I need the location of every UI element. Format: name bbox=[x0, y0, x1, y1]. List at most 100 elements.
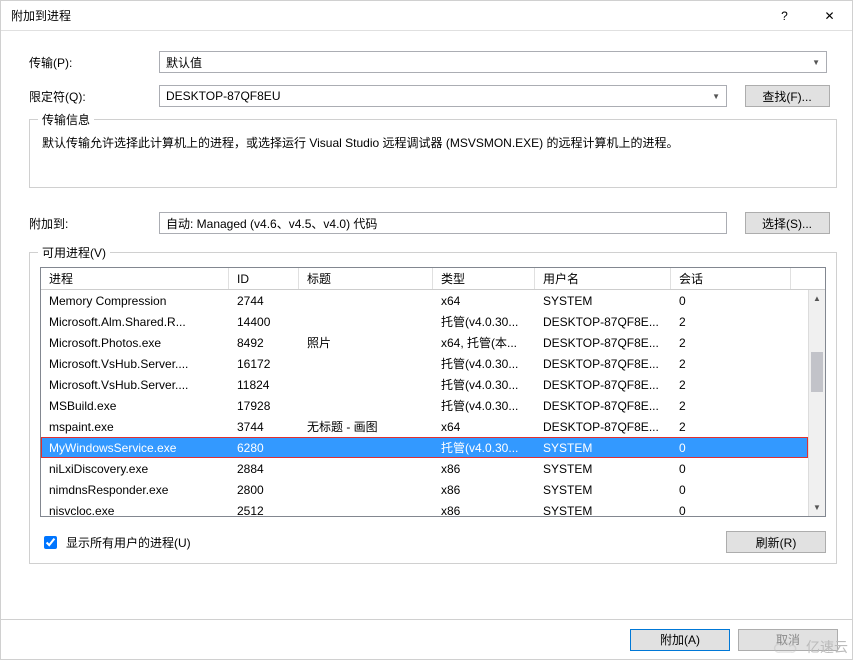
cell-process: nimdnsResponder.exe bbox=[41, 483, 229, 497]
select-button[interactable]: 选择(S)... bbox=[745, 212, 830, 234]
transport-dropdown[interactable]: 默认值 ▼ bbox=[159, 51, 827, 73]
table-row[interactable]: Microsoft.VsHub.Server....16172 托管(v4.0.3… bbox=[41, 353, 825, 374]
table-row[interactable]: Microsoft.Photos.exe8492照片x64, 托管(本...DE… bbox=[41, 332, 825, 353]
cell-id: 3744 bbox=[229, 420, 299, 434]
cell-user: SYSTEM bbox=[535, 504, 671, 517]
table-row[interactable]: niLxiDiscovery.exe2884 x86SYSTEM0 bbox=[41, 458, 825, 479]
cell-title: 无标题 - 画图 bbox=[299, 418, 433, 435]
help-button[interactable]: ? bbox=[762, 1, 807, 30]
cell-type: x64, 托管(本... bbox=[433, 334, 535, 351]
available-processes-legend: 可用进程(V) bbox=[38, 244, 110, 261]
cell-process: Memory Compression bbox=[41, 294, 229, 308]
cell-process: nisvcloc.exe bbox=[41, 504, 229, 517]
scroll-down-icon[interactable]: ▼ bbox=[809, 499, 825, 516]
scroll-thumb[interactable] bbox=[811, 352, 823, 392]
table-row[interactable]: Microsoft.Alm.Shared.R...14400托管(v4.0.30… bbox=[41, 311, 825, 332]
find-button[interactable]: 查找(F)... bbox=[745, 85, 830, 107]
cell-user: DESKTOP-87QF8E... bbox=[535, 378, 671, 392]
grid-body[interactable]: Memory Compression2744x64SYSTEM0Microsof… bbox=[41, 290, 825, 516]
col-session[interactable]: 会话 bbox=[671, 268, 791, 289]
attach-to-value-box: 自动: Managed (v4.6、v4.5、v4.0) 代码 bbox=[159, 212, 727, 234]
cell-id: 8492 bbox=[229, 336, 299, 350]
cell-user: SYSTEM bbox=[535, 294, 671, 308]
cell-type: x86 bbox=[433, 462, 535, 476]
col-process[interactable]: 进程 bbox=[41, 268, 229, 289]
cell-type: 托管(v4.0.30... bbox=[433, 439, 535, 456]
table-row[interactable]: MyWindowsService.exe6280托管(v4.0.30...SYS… bbox=[41, 437, 825, 458]
cell-type: 托管(v4.0.30... bbox=[433, 397, 535, 414]
cell-type: x86 bbox=[433, 483, 535, 497]
cell-title: 照片 bbox=[299, 334, 433, 351]
table-row[interactable]: Microsoft.VsHub.Server....11824 托管(v4.0.3… bbox=[41, 374, 825, 395]
cell-session: 2 bbox=[671, 357, 791, 371]
attach-button[interactable]: 附加(A) bbox=[630, 629, 730, 651]
cell-type: x64 bbox=[433, 420, 535, 434]
cell-id: 6280 bbox=[229, 441, 299, 455]
process-grid[interactable]: 进程 ID 标题 类型 用户名 会话 Memory Compression274… bbox=[40, 267, 826, 517]
cell-id: 2744 bbox=[229, 294, 299, 308]
cell-session: 2 bbox=[671, 315, 791, 329]
table-row[interactable]: nisvcloc.exe2512 x86SYSTEM0 bbox=[41, 500, 825, 516]
attach-to-label: 附加到: bbox=[29, 215, 159, 232]
cell-process: niLxiDiscovery.exe bbox=[41, 462, 229, 476]
cell-process: Microsoft.VsHub.Server.... bbox=[41, 378, 229, 392]
cell-id: 16172 bbox=[229, 357, 299, 371]
chevron-down-icon: ▼ bbox=[712, 92, 720, 101]
cell-session: 2 bbox=[671, 378, 791, 392]
col-type[interactable]: 类型 bbox=[433, 268, 535, 289]
watermark: 亿速云 bbox=[772, 637, 848, 657]
cell-id: 2512 bbox=[229, 504, 299, 517]
close-button[interactable]: ✕ bbox=[807, 1, 852, 30]
cell-session: 0 bbox=[671, 462, 791, 476]
cell-user: DESKTOP-87QF8E... bbox=[535, 315, 671, 329]
cell-process: MSBuild.exe bbox=[41, 399, 229, 413]
window-title: 附加到进程 bbox=[1, 7, 71, 24]
table-row[interactable]: mspaint.exe3744无标题 - 画图x64DESKTOP-87QF8E… bbox=[41, 416, 825, 437]
cell-id: 14400 bbox=[229, 315, 299, 329]
table-row[interactable]: Memory Compression2744 x64SYSTEM0 bbox=[41, 290, 825, 311]
grid-header: 进程 ID 标题 类型 用户名 会话 bbox=[41, 268, 825, 290]
transport-info-group: 传输信息 默认传输允许选择此计算机上的进程，或选择运行 Visual Studi… bbox=[29, 119, 837, 188]
title-bar: 附加到进程 ? ✕ bbox=[1, 1, 852, 31]
chevron-down-icon: ▼ bbox=[812, 58, 820, 67]
cell-session: 0 bbox=[671, 504, 791, 517]
qualifier-value: DESKTOP-87QF8EU bbox=[166, 89, 280, 103]
refresh-button[interactable]: 刷新(R) bbox=[726, 531, 826, 553]
col-id[interactable]: ID bbox=[229, 268, 299, 289]
col-user[interactable]: 用户名 bbox=[535, 268, 671, 289]
qualifier-combobox[interactable]: DESKTOP-87QF8EU ▼ bbox=[159, 85, 727, 107]
show-all-users-label: 显示所有用户的进程(U) bbox=[66, 534, 191, 551]
cell-type: 托管(v4.0.30... bbox=[433, 355, 535, 372]
cell-process: Microsoft.Alm.Shared.R... bbox=[41, 315, 229, 329]
show-all-users-checkbox[interactable]: 显示所有用户的进程(U) bbox=[40, 533, 191, 552]
transport-info-text: 默认传输允许选择此计算机上的进程，或选择运行 Visual Studio 远程调… bbox=[42, 134, 824, 151]
cell-session: 0 bbox=[671, 483, 791, 497]
table-row[interactable]: nimdnsResponder.exe2800 x86SYSTEM0 bbox=[41, 479, 825, 500]
cell-type: 托管(v4.0.30... bbox=[433, 376, 535, 393]
cell-process: MyWindowsService.exe bbox=[41, 441, 229, 455]
cell-user: SYSTEM bbox=[535, 483, 671, 497]
vertical-scrollbar[interactable]: ▲ ▼ bbox=[808, 290, 825, 516]
cell-type: x64 bbox=[433, 294, 535, 308]
cell-session: 2 bbox=[671, 336, 791, 350]
transport-info-legend: 传输信息 bbox=[38, 111, 94, 128]
cell-user: DESKTOP-87QF8E... bbox=[535, 357, 671, 371]
cell-user: SYSTEM bbox=[535, 462, 671, 476]
transport-value: 默认值 bbox=[166, 54, 202, 71]
cell-id: 17928 bbox=[229, 399, 299, 413]
cloud-icon bbox=[772, 638, 802, 656]
cell-process: Microsoft.Photos.exe bbox=[41, 336, 229, 350]
table-row[interactable]: MSBuild.exe17928托管(v4.0.30...DESKTOP-87Q… bbox=[41, 395, 825, 416]
cell-id: 2884 bbox=[229, 462, 299, 476]
col-title[interactable]: 标题 bbox=[299, 268, 433, 289]
cell-session: 0 bbox=[671, 441, 791, 455]
transport-label: 传输(P): bbox=[29, 54, 159, 71]
cell-process: Microsoft.VsHub.Server.... bbox=[41, 357, 229, 371]
cell-id: 11824 bbox=[229, 378, 299, 392]
qualifier-label: 限定符(Q): bbox=[29, 88, 159, 105]
cell-type: x86 bbox=[433, 504, 535, 517]
cell-session: 0 bbox=[671, 294, 791, 308]
scroll-up-icon[interactable]: ▲ bbox=[809, 290, 825, 307]
show-all-users-input[interactable] bbox=[44, 536, 57, 549]
cell-id: 2800 bbox=[229, 483, 299, 497]
